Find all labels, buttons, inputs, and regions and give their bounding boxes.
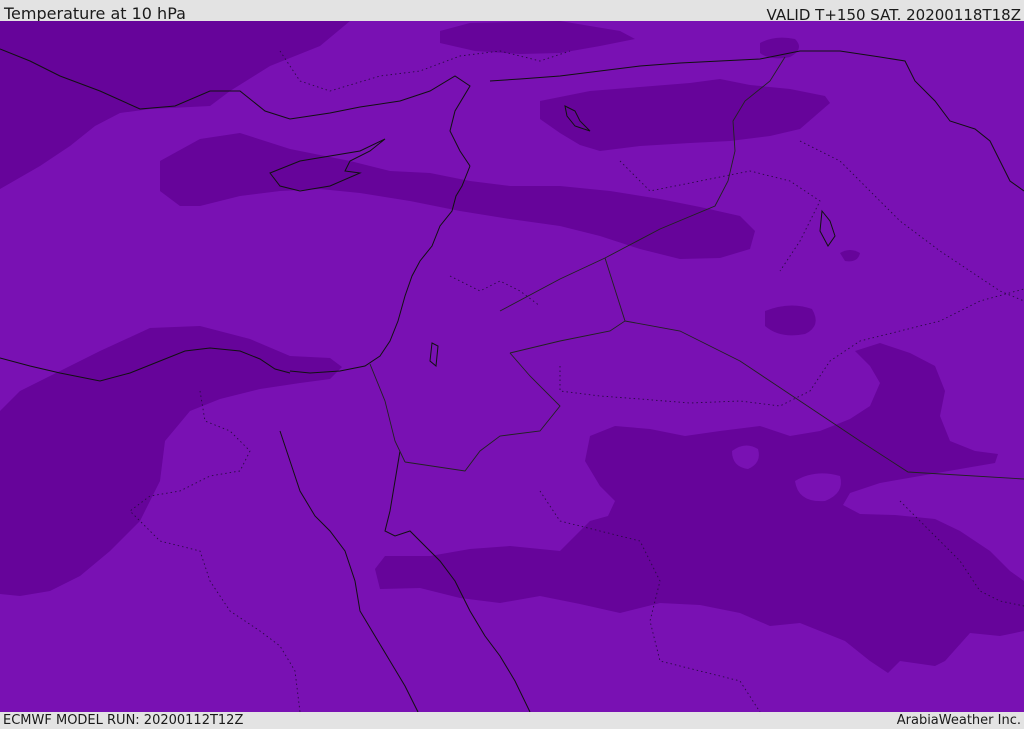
map-canvas xyxy=(0,21,1024,712)
temperature-map xyxy=(0,21,1024,712)
model-run-label: ECMWF MODEL RUN: 20200112T12Z xyxy=(3,713,244,728)
weather-map-window: Temperature at 10 hPa VALID T+150 SAT. 2… xyxy=(0,0,1024,729)
contour-east-small xyxy=(765,305,816,336)
header-bar: Temperature at 10 hPa VALID T+150 SAT. 2… xyxy=(0,0,1024,24)
credit-label: ArabiaWeather Inc. xyxy=(896,713,1021,728)
footer-bar: ECMWF MODEL RUN: 20200112T12Z ArabiaWeat… xyxy=(0,712,1024,729)
